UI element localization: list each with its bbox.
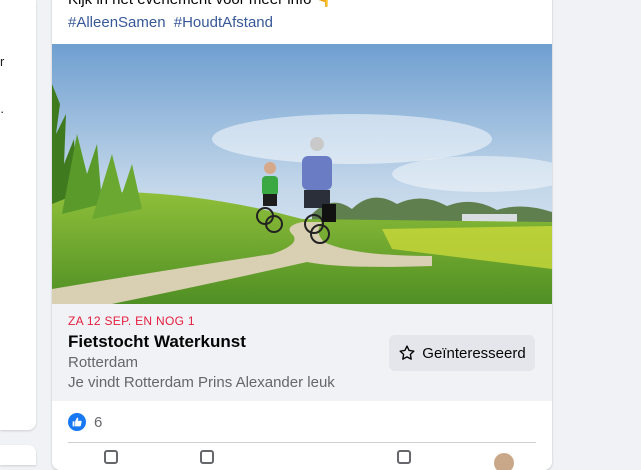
share-action-icon[interactable]	[397, 450, 411, 464]
like-icon	[68, 413, 86, 431]
reaction-summary[interactable]: 6	[68, 410, 102, 434]
action-bar	[52, 448, 552, 470]
event-social-context: Je vindt Rotterdam Prins Alexander leuk	[68, 374, 335, 391]
event-title[interactable]: Fietstocht Waterkunst	[68, 332, 246, 352]
left-column-text: r	[0, 54, 5, 69]
like-action-icon[interactable]	[104, 450, 118, 464]
left-column-text: ·	[0, 104, 5, 119]
hashtag-link[interactable]: #HoudtAfstand	[174, 14, 273, 31]
star-icon	[399, 345, 415, 360]
interested-button-label: Geïnteresseerd	[422, 344, 526, 362]
divider	[68, 442, 536, 443]
left-column-card: r ·	[0, 0, 36, 430]
avatar[interactable]	[494, 453, 514, 470]
interested-button[interactable]: Geïnteresseerd	[389, 335, 535, 371]
comment-action-icon[interactable]	[200, 450, 214, 464]
event-cover-image[interactable]	[52, 44, 552, 304]
left-column-card	[0, 445, 36, 465]
hashtag-line: #AlleenSamen #HoudtAfstand	[68, 12, 277, 34]
event-location: Rotterdam	[68, 354, 139, 371]
post-text: Kijk in het evenement voor meer info 👇	[68, 0, 334, 10]
event-date: ZA 12 SEP. EN NOG 1	[68, 314, 195, 328]
hashtag-link[interactable]: #AlleenSamen	[68, 14, 166, 31]
reaction-count: 6	[94, 413, 103, 431]
event-info-panel[interactable]: ZA 12 SEP. EN NOG 1 Fietstocht Waterkuns…	[52, 304, 552, 401]
feed-post: Kijk in het evenement voor meer info 👇 #…	[52, 0, 552, 470]
